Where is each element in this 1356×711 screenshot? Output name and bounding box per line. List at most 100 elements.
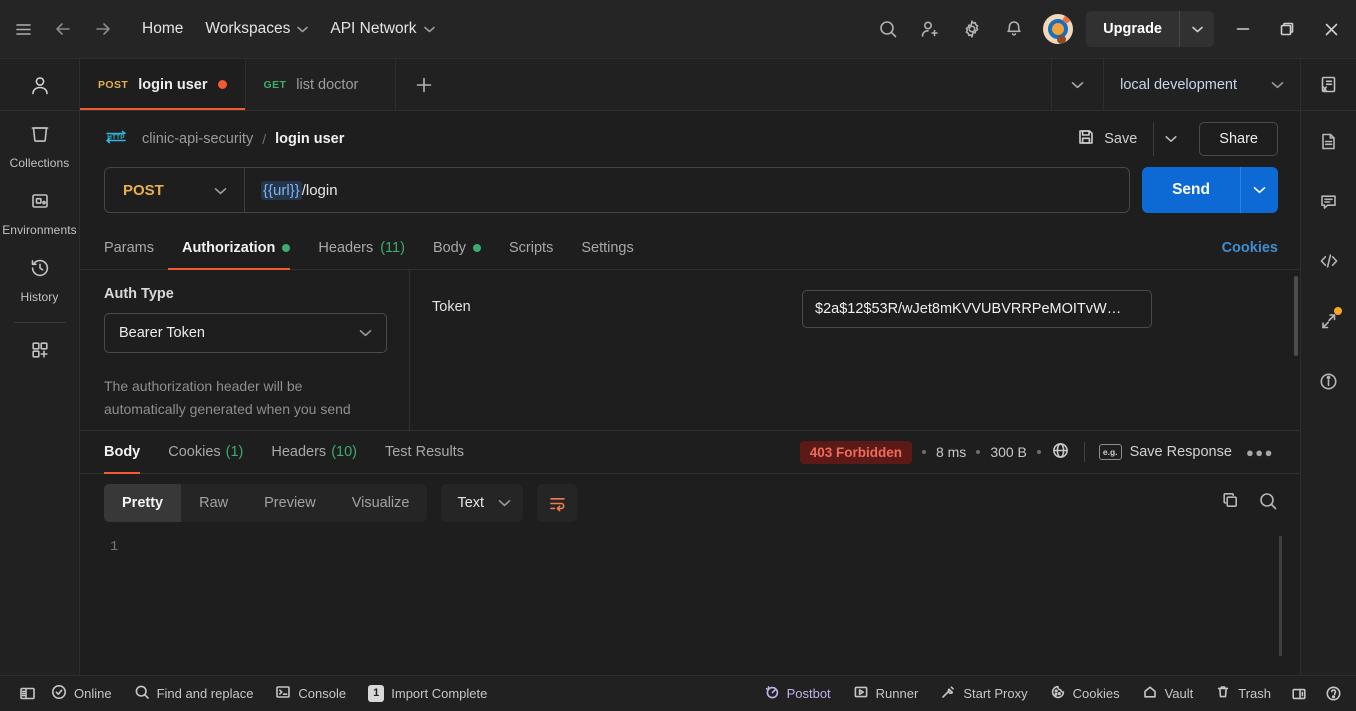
bell-icon[interactable] [994, 9, 1034, 49]
globe-icon[interactable] [1051, 441, 1070, 463]
maximize-icon[interactable] [1266, 8, 1308, 50]
nav-home[interactable]: Home [134, 16, 191, 42]
documentation-icon[interactable] [1301, 111, 1356, 171]
share-button[interactable]: Share [1199, 122, 1278, 156]
view-mode-raw[interactable]: Raw [181, 484, 246, 522]
chevron-down-icon [498, 495, 511, 511]
tab-overflow-chevron-down-icon[interactable] [1051, 59, 1103, 110]
cookies-button[interactable]: Cookies [1039, 679, 1131, 709]
status-online[interactable]: Online [40, 679, 123, 709]
auth-type-column: Auth Type Bearer Token The authorization… [80, 270, 410, 430]
vault-button[interactable]: Vault [1131, 679, 1205, 709]
layout-icon[interactable] [1282, 679, 1316, 709]
meta-divider [1083, 442, 1085, 462]
response-body-scrollbar[interactable] [1279, 536, 1282, 656]
minimize-icon[interactable] [1222, 8, 1264, 50]
import-complete-notice[interactable]: 1 Import Complete [357, 679, 498, 709]
tab-label: Test Results [384, 444, 464, 460]
headers-count: (10) [331, 444, 357, 460]
invite-user-icon[interactable] [910, 9, 950, 49]
response-tab-body[interactable]: Body [104, 431, 154, 474]
sidebar-item-label: Environments [2, 223, 77, 237]
auth-type-select[interactable]: Bearer Token [104, 313, 387, 353]
headers-count: (11) [380, 239, 405, 256]
code-snippet-icon[interactable] [1301, 231, 1356, 291]
response-format-select[interactable]: Text [441, 484, 524, 522]
cookies-link[interactable]: Cookies [1222, 240, 1278, 256]
sidebar-item-environments[interactable]: Environments [0, 178, 80, 245]
view-mode-visualize[interactable]: Visualize [334, 484, 428, 522]
auth-panel-scrollbar[interactable] [1294, 276, 1298, 356]
status-badge[interactable]: 403 Forbidden [799, 440, 912, 464]
tab-settings[interactable]: Settings [567, 226, 647, 270]
response-time[interactable]: 8 ms [936, 444, 966, 460]
copy-icon[interactable] [1221, 491, 1240, 515]
avatar[interactable] [1043, 14, 1074, 44]
response-tab-test-results[interactable]: Test Results [371, 431, 478, 474]
tab-body[interactable]: Body [419, 226, 495, 270]
sidebar-item-history[interactable]: History [0, 245, 80, 312]
postbot-button[interactable]: Postbot [753, 679, 842, 709]
help-icon[interactable] [1316, 679, 1350, 709]
close-icon[interactable] [1310, 8, 1352, 50]
info-icon[interactable] [1301, 351, 1356, 411]
tab-params[interactable]: Params [104, 226, 168, 270]
save-options-chevron-down-icon[interactable] [1153, 122, 1187, 156]
fork-changes-badge [1333, 307, 1342, 315]
trash-icon [1215, 684, 1231, 703]
search-icon[interactable] [1258, 491, 1278, 516]
gear-icon[interactable] [952, 9, 992, 49]
new-tab-icon[interactable] [396, 59, 452, 110]
hamburger-icon[interactable] [6, 12, 40, 46]
token-input[interactable]: $2a$12$53R/wJet8mKVVUBVRRPeMOITvW… [802, 290, 1152, 328]
cookies-icon [1050, 684, 1066, 703]
breadcrumb-request-name[interactable]: login user [275, 131, 344, 147]
response-tab-headers[interactable]: Headers (10) [257, 431, 371, 474]
breadcrumb-collection[interactable]: clinic-api-security [142, 131, 253, 147]
trash-button[interactable]: Trash [1204, 679, 1282, 709]
sidebar-item-new-module[interactable] [0, 327, 80, 374]
tab-headers[interactable]: Headers (11) [304, 226, 419, 270]
view-mode-preview[interactable]: Preview [246, 484, 334, 522]
comments-icon[interactable] [1301, 171, 1356, 231]
start-proxy-button[interactable]: Start Proxy [929, 679, 1038, 709]
tab-authorization[interactable]: Authorization [167, 226, 304, 270]
tab-method: GET [263, 78, 287, 91]
view-mode-pretty[interactable]: Pretty [104, 484, 182, 522]
status-label: Online [74, 686, 112, 701]
search-icon[interactable] [868, 9, 908, 49]
send-button[interactable]: Send [1142, 167, 1240, 213]
upgrade-button[interactable]: Upgrade [1086, 11, 1179, 47]
console-button[interactable]: Console [264, 679, 357, 709]
wrap-lines-icon[interactable] [537, 484, 578, 522]
fork-changes-icon[interactable] [1301, 291, 1356, 351]
url-input[interactable]: {{url}}/login [245, 180, 354, 200]
sidebar-item-collections[interactable]: Collections [0, 111, 80, 178]
trash-label: Trash [1238, 686, 1271, 701]
tab-list-doctor[interactable]: GET list doctor [246, 59, 396, 110]
tab-login-user[interactable]: POST login user [80, 59, 246, 110]
response-tab-cookies[interactable]: Cookies (1) [154, 431, 257, 474]
tab-scripts[interactable]: Scripts [495, 226, 567, 270]
more-options-icon[interactable]: ●●● [1242, 445, 1278, 460]
nav-api-network[interactable]: API Network [322, 16, 442, 42]
environment-selector[interactable]: local development [1103, 59, 1300, 110]
sidebar-profile-user-icon[interactable] [0, 59, 80, 111]
send-options-chevron-down-icon[interactable] [1240, 167, 1278, 213]
method-selector[interactable]: POST [105, 168, 245, 212]
proxy-icon [940, 684, 956, 703]
upgrade-dropdown-chevron-down-icon[interactable] [1179, 11, 1214, 47]
save-button[interactable]: Save [1067, 121, 1147, 157]
save-response-button[interactable]: e.g. Save Response [1098, 444, 1232, 460]
response-body[interactable]: 1 [80, 532, 1300, 675]
response-size[interactable]: 300 B [990, 444, 1027, 460]
example-badge: e.g. [1098, 444, 1122, 460]
forward-arrow-icon[interactable] [86, 12, 120, 46]
toggle-sidebar-icon[interactable] [6, 679, 40, 709]
nav-workspaces[interactable]: Workspaces [197, 16, 316, 42]
runner-button[interactable]: Runner [842, 679, 930, 709]
back-arrow-icon[interactable] [46, 12, 80, 46]
environment-quick-look-icon[interactable] [1300, 59, 1356, 111]
find-and-replace-button[interactable]: Find and replace [123, 679, 265, 709]
collections-icon [29, 123, 51, 150]
